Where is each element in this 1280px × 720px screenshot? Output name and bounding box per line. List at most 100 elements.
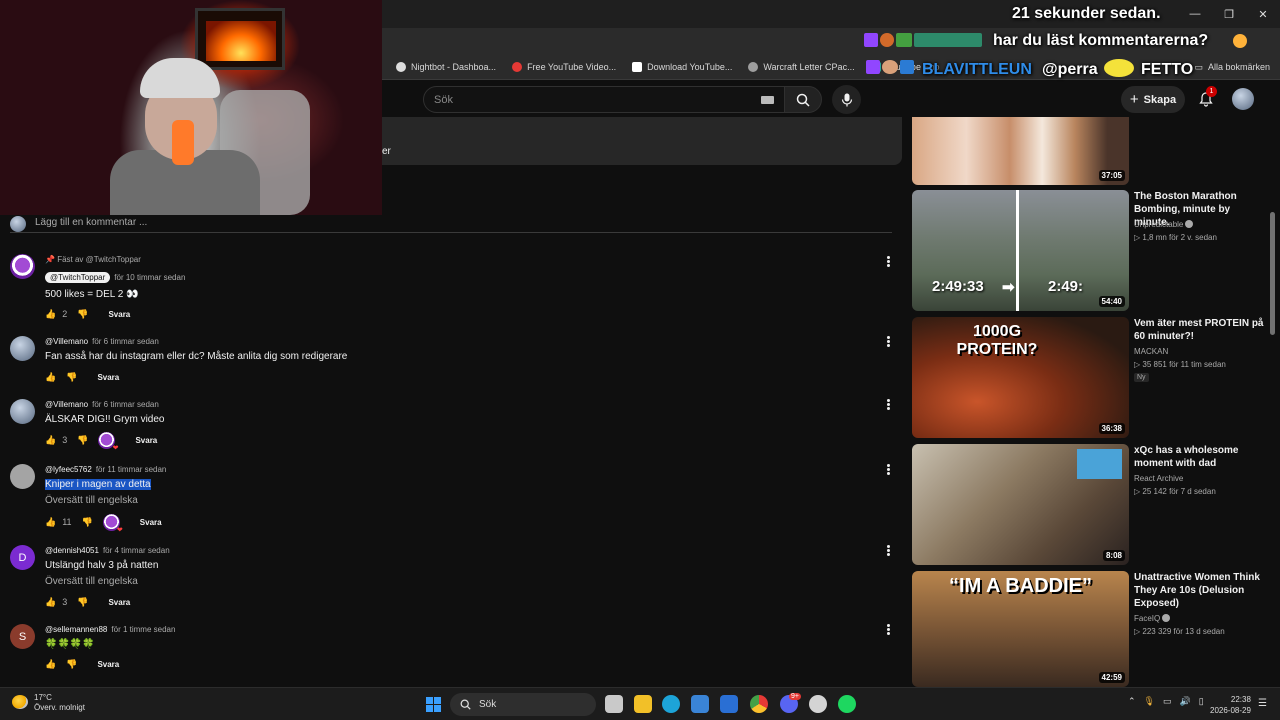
reply-button[interactable]: Svara <box>140 518 162 527</box>
thumbs-up-icon[interactable]: 👍 <box>45 372 56 383</box>
thumbs-down-icon[interactable]: 👎 <box>77 597 88 608</box>
comment-author[interactable]: @Villemano <box>45 400 88 409</box>
description-panel[interactable]: er <box>382 117 902 165</box>
channel-name[interactable]: Unpredictable <box>1134 220 1194 229</box>
system-tray: ⌃ 🎙 ▭ 🔊 ▯ <box>1128 696 1204 707</box>
network-icon[interactable]: ▭ <box>1163 696 1172 707</box>
reply-button[interactable]: Svara <box>108 598 130 607</box>
battery-icon[interactable]: ▯ <box>1199 696 1204 707</box>
minimize-icon[interactable]: — <box>1178 0 1212 28</box>
reply-button[interactable]: Svara <box>135 436 157 445</box>
weather-icon <box>12 695 28 709</box>
video-meta: ▷ 1,8 mn för 2 v. sedan <box>1134 233 1217 242</box>
edge-icon[interactable] <box>662 695 680 713</box>
thumbs-up-icon[interactable]: 👍 <box>45 517 56 528</box>
spotify-icon[interactable] <box>838 695 856 713</box>
thumbs-down-icon[interactable]: 👎 <box>77 309 88 320</box>
task-view-icon[interactable] <box>605 695 623 713</box>
microphone-icon[interactable]: 🎙 <box>1144 696 1155 707</box>
more-options-icon[interactable] <box>885 544 891 558</box>
windows-start-icon[interactable] <box>426 697 441 712</box>
comment-author[interactable]: @TwitchToppar <box>45 272 111 283</box>
keyboard-icon[interactable] <box>761 95 774 104</box>
mail-icon[interactable] <box>720 695 738 713</box>
all-bookmarks[interactable]: ▭ Alla bokmärken <box>1194 54 1270 80</box>
video-title[interactable]: Unattractive Women Think They Are 10s (D… <box>1134 571 1264 610</box>
taskbar-search[interactable]: Sök <box>450 693 596 716</box>
thumbs-up-icon[interactable]: 👍 <box>45 597 56 608</box>
scrollbar[interactable] <box>1270 212 1275 335</box>
more-options-icon[interactable] <box>885 335 891 349</box>
translate-link[interactable]: Översätt till engelska <box>45 495 138 506</box>
bookmark-free-youtube[interactable]: Free YouTube Video... <box>506 61 622 72</box>
video-thumbnail[interactable]: 2:49:33 ➡ 2:49: 54:40 <box>912 190 1129 311</box>
channel-name[interactable]: FaceIQ <box>1134 614 1171 623</box>
comment-time[interactable]: för 6 timmar sedan <box>92 400 159 409</box>
avatar[interactable] <box>10 336 35 361</box>
account-avatar[interactable] <box>1232 88 1254 110</box>
comment-time[interactable]: för 10 timmar sedan <box>114 273 185 282</box>
video-meta: ▷ 35 851 för 11 tim sedan <box>1134 360 1226 369</box>
reply-button[interactable]: Svara <box>97 660 119 669</box>
store-icon[interactable] <box>691 695 709 713</box>
video-title[interactable]: Vem äter mest PROTEIN på 60 minuter?! <box>1134 317 1264 343</box>
avatar[interactable] <box>10 254 35 279</box>
search-input[interactable]: Sök <box>423 86 785 113</box>
comment-author[interactable]: @sellemannen88 <box>45 625 107 634</box>
bookmark-nightbot[interactable]: Nightbot - Dashboa... <box>390 61 502 72</box>
channel-name[interactable]: MACKAN <box>1134 347 1168 356</box>
video-title[interactable]: xQc has a wholesome moment with dad <box>1134 444 1264 470</box>
thumbs-up-icon[interactable]: 👍 <box>45 309 56 320</box>
comment-author[interactable]: @dennish4051 <box>45 546 99 555</box>
search-button[interactable] <box>784 86 822 113</box>
comment-time[interactable]: för 4 timmar sedan <box>103 546 170 555</box>
reply-button[interactable]: Svara <box>108 310 130 319</box>
more-options-icon[interactable] <box>885 623 891 637</box>
create-button[interactable]: + Skapa <box>1121 86 1185 113</box>
channel-name[interactable]: React Archive <box>1134 474 1183 483</box>
avatar[interactable]: D <box>10 545 35 570</box>
add-comment-field[interactable]: Lägg till en kommentar ... <box>10 215 892 233</box>
voice-search-button[interactable] <box>832 85 861 114</box>
video-duration: 37:05 <box>1098 170 1125 181</box>
comment-author[interactable]: @Villemano <box>45 337 88 346</box>
video-thumbnail[interactable]: “IM A BADDIE” 42:59 <box>912 571 1129 687</box>
weather-widget[interactable]: 17°C Överv. molnigt <box>12 693 85 713</box>
comment-author[interactable]: @lyfeec5762 <box>45 465 92 474</box>
translate-link[interactable]: Översätt till engelska <box>45 576 138 587</box>
avatar[interactable] <box>10 464 35 489</box>
close-icon[interactable]: ✕ <box>1246 0 1280 28</box>
more-options-icon[interactable] <box>885 255 891 269</box>
bookmark-warcraft[interactable]: Warcraft Letter CPac... <box>742 61 860 72</box>
nightbot-icon <box>396 61 406 72</box>
video-thumbnail[interactable]: 1000G PROTEIN? 36:38 <box>912 317 1129 438</box>
avatar[interactable]: S <box>10 624 35 649</box>
clock[interactable]: 22:38 2026-08-29 <box>1210 694 1251 716</box>
more-options-icon[interactable] <box>885 398 891 412</box>
maximize-icon[interactable]: ❐ <box>1212 0 1246 28</box>
thumbs-up-icon[interactable]: 👍 <box>45 435 56 446</box>
video-duration: 42:59 <box>1098 672 1125 683</box>
comment-time[interactable]: för 6 timmar sedan <box>92 337 159 346</box>
chevron-up-icon[interactable]: ⌃ <box>1128 696 1136 707</box>
lamp-image <box>172 120 194 165</box>
obs-icon[interactable] <box>809 695 827 713</box>
thumbs-down-icon[interactable]: 👎 <box>82 517 93 528</box>
comment-actions: 👍 3 👎 Svara <box>45 595 130 609</box>
comment-time[interactable]: för 1 timme sedan <box>111 625 175 634</box>
thumbs-down-icon[interactable]: 👎 <box>77 435 88 446</box>
reply-button[interactable]: Svara <box>97 373 119 382</box>
video-thumbnail[interactable]: 37:05 <box>912 117 1129 185</box>
comment-time[interactable]: för 11 timmar sedan <box>96 465 167 474</box>
file-explorer-icon[interactable] <box>634 695 652 713</box>
bookmark-download-youtube[interactable]: Download YouTube... <box>626 61 738 72</box>
thumbs-down-icon[interactable]: 👎 <box>66 372 77 383</box>
notification-center-icon[interactable]: ☰ <box>1258 698 1267 709</box>
thumbs-up-icon[interactable]: 👍 <box>45 659 56 670</box>
video-thumbnail[interactable]: 8:08 <box>912 444 1129 565</box>
volume-icon[interactable]: 🔊 <box>1180 696 1191 707</box>
thumbs-down-icon[interactable]: 👎 <box>66 659 77 670</box>
more-options-icon[interactable] <box>885 463 891 477</box>
avatar[interactable] <box>10 399 35 424</box>
chrome-icon[interactable] <box>750 695 768 713</box>
